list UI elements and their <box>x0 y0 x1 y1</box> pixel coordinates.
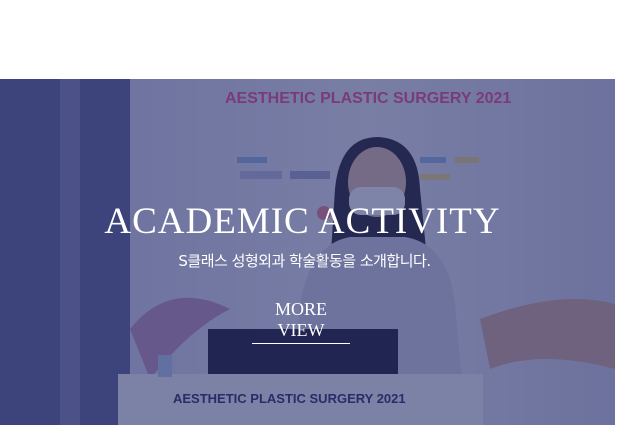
more-view-link[interactable]: MORE VIEW <box>252 299 350 344</box>
banner-title: ACADEMIC ACTIVITY <box>104 201 501 242</box>
banner-caption: ACADEMIC ACTIVITY S클래스 성형외과 학술활동을 소개합니다. <box>0 203 615 271</box>
academic-activity-banner[interactable]: AESTHETIC PLASTIC SURGERY 2021 AESTHETIC… <box>0 79 615 425</box>
banner-subtitle: S클래스 성형외과 학술활동을 소개합니다. <box>178 252 431 270</box>
